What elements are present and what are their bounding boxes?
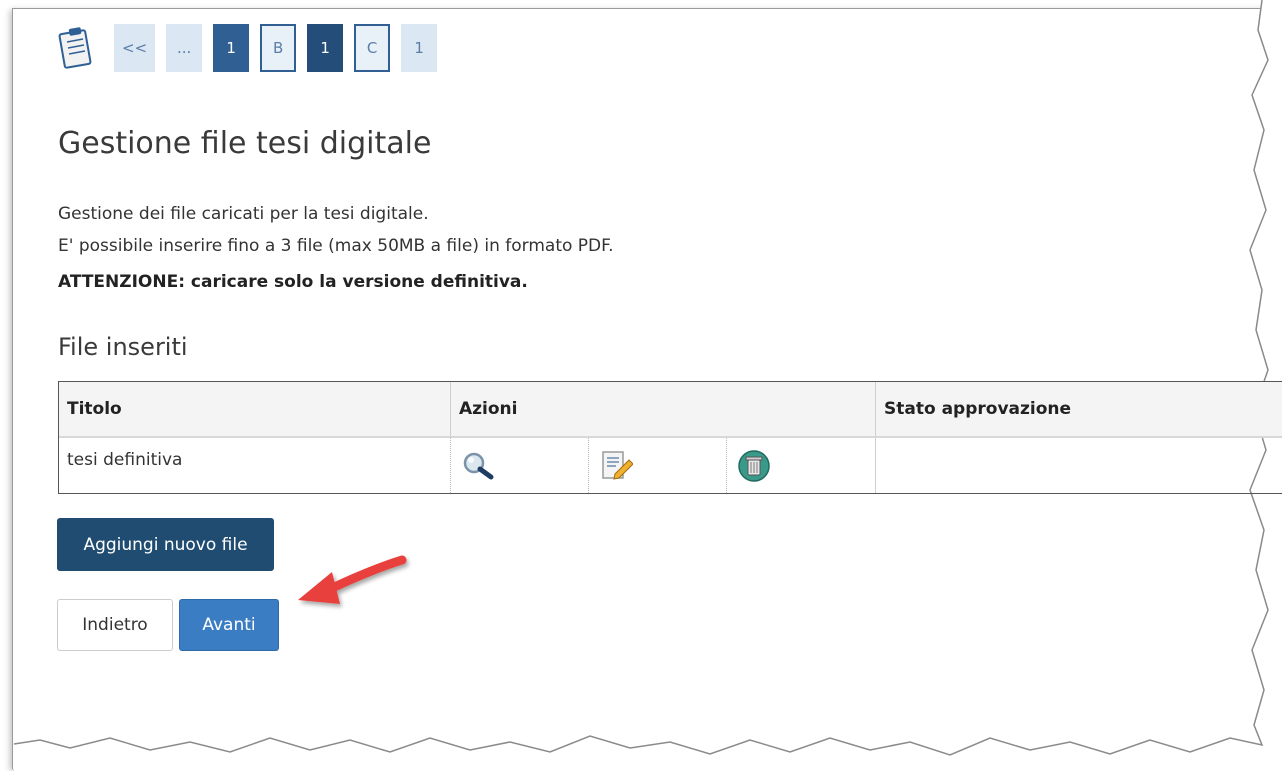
delete-action[interactable] bbox=[727, 438, 876, 493]
warning-text: ATTENZIONE: caricare solo la versione de… bbox=[58, 272, 528, 292]
clipboard-icon bbox=[58, 27, 92, 69]
add-file-button[interactable]: Aggiungi nuovo file bbox=[57, 518, 274, 571]
breadcrumb-step-b[interactable]: B bbox=[260, 24, 297, 72]
files-table: Titolo Azioni Stato approvazione tesi de… bbox=[58, 381, 1282, 494]
header-titolo: Titolo bbox=[59, 382, 451, 438]
breadcrumb-step-next[interactable]: 1 bbox=[401, 24, 438, 72]
description-line-1: Gestione dei file caricati per la tesi d… bbox=[58, 204, 429, 224]
table-header-row: Titolo Azioni Stato approvazione bbox=[59, 382, 1282, 438]
breadcrumb: << ... 1 B 1 C 1 bbox=[58, 24, 448, 72]
breadcrumb-step[interactable]: 1 bbox=[213, 24, 250, 72]
trash-icon[interactable] bbox=[737, 449, 771, 483]
back-button[interactable]: Indietro bbox=[57, 599, 173, 651]
page-title: Gestione file tesi digitale bbox=[58, 126, 432, 161]
breadcrumb-step-c[interactable]: C bbox=[354, 24, 391, 72]
edit-action[interactable] bbox=[589, 438, 727, 493]
actions-cell bbox=[451, 438, 876, 493]
table-row: tesi definitiva bbox=[59, 438, 1282, 493]
magnifier-icon[interactable] bbox=[461, 451, 495, 481]
breadcrumb-step-current[interactable]: 1 bbox=[307, 24, 344, 72]
page-description: Gestione dei file caricati per la tesi d… bbox=[58, 198, 614, 262]
view-action[interactable] bbox=[451, 438, 589, 493]
header-azioni: Azioni bbox=[451, 382, 876, 438]
file-title-cell: tesi definitiva bbox=[59, 438, 451, 493]
annotation-arrow-icon bbox=[298, 555, 407, 604]
breadcrumb-more[interactable]: ... bbox=[166, 24, 203, 72]
file-status-cell bbox=[876, 438, 1282, 493]
section-title: File inseriti bbox=[58, 333, 188, 361]
breadcrumb-first[interactable]: << bbox=[114, 24, 156, 72]
edit-icon[interactable] bbox=[599, 450, 633, 482]
header-stato: Stato approvazione bbox=[876, 382, 1282, 438]
next-button[interactable]: Avanti bbox=[179, 599, 279, 651]
description-line-2: E' possibile inserire fino a 3 file (max… bbox=[58, 236, 614, 256]
